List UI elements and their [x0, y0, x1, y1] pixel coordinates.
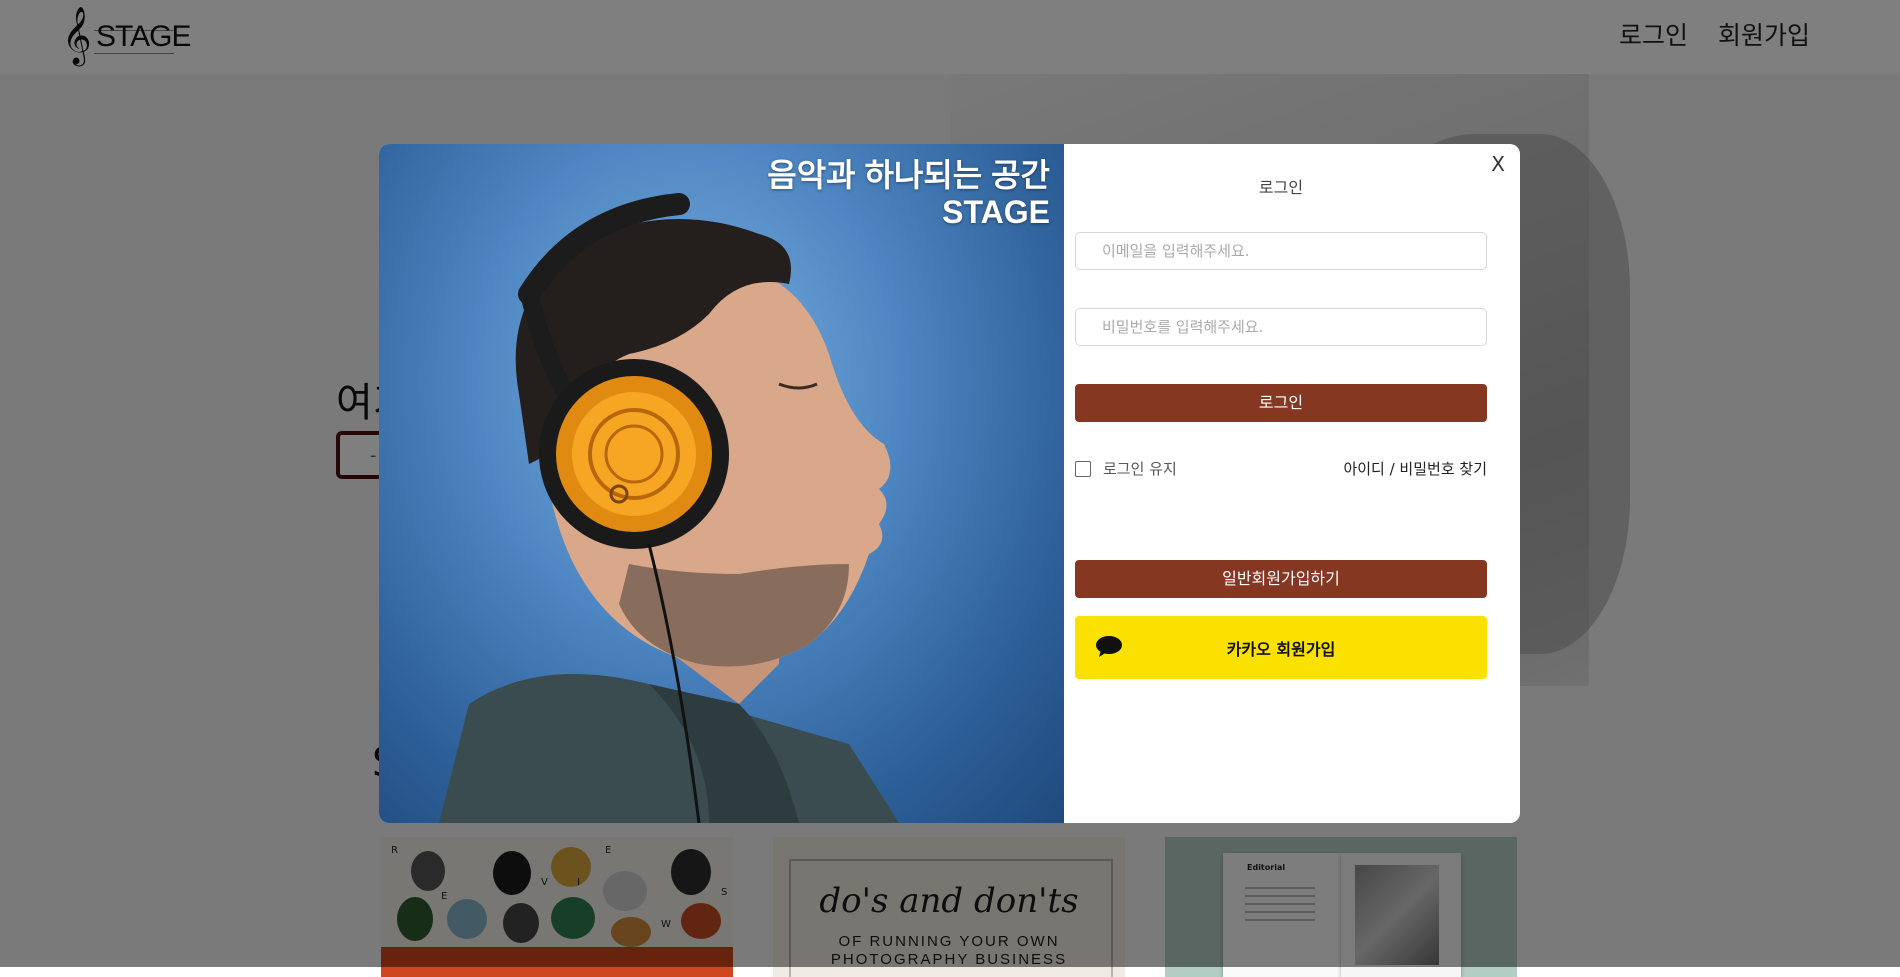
keep-login-label: 로그인 유지 [1103, 460, 1177, 478]
login-button[interactable]: 로그인 [1075, 384, 1487, 422]
modal-headline: 음악과 하나되는 공간 STAGE [767, 156, 1050, 230]
login-form: X 로그인 로그인 로그인 유지 아이디 / 비밀번호 찾기 일반회원가입하기 … [1075, 144, 1520, 823]
email-input[interactable] [1075, 232, 1487, 270]
keep-login[interactable]: 로그인 유지 [1075, 458, 1177, 479]
password-input[interactable] [1075, 308, 1487, 346]
keep-login-checkbox[interactable] [1075, 460, 1091, 477]
login-modal: 음악과 하나되는 공간 STAGE X 로그인 로그인 로그인 유지 아이디 /… [379, 144, 1520, 823]
close-button[interactable]: X [1491, 152, 1505, 176]
headline-line-1: 음악과 하나되는 공간 [767, 157, 1050, 193]
headphones-man-illustration [439, 193, 899, 823]
form-title: 로그인 [1258, 178, 1304, 197]
kakao-signup-label: 카카오 회원가입 [1226, 640, 1336, 659]
find-account-link[interactable]: 아이디 / 비밀번호 찾기 [1343, 458, 1487, 479]
signup-button[interactable]: 일반회원가입하기 [1075, 560, 1487, 598]
kakao-signup-button[interactable]: 카카오 회원가입 [1075, 616, 1487, 679]
headline-line-2: STAGE [942, 194, 1050, 230]
modal-hero-image: 음악과 하나되는 공간 STAGE [379, 144, 1064, 823]
